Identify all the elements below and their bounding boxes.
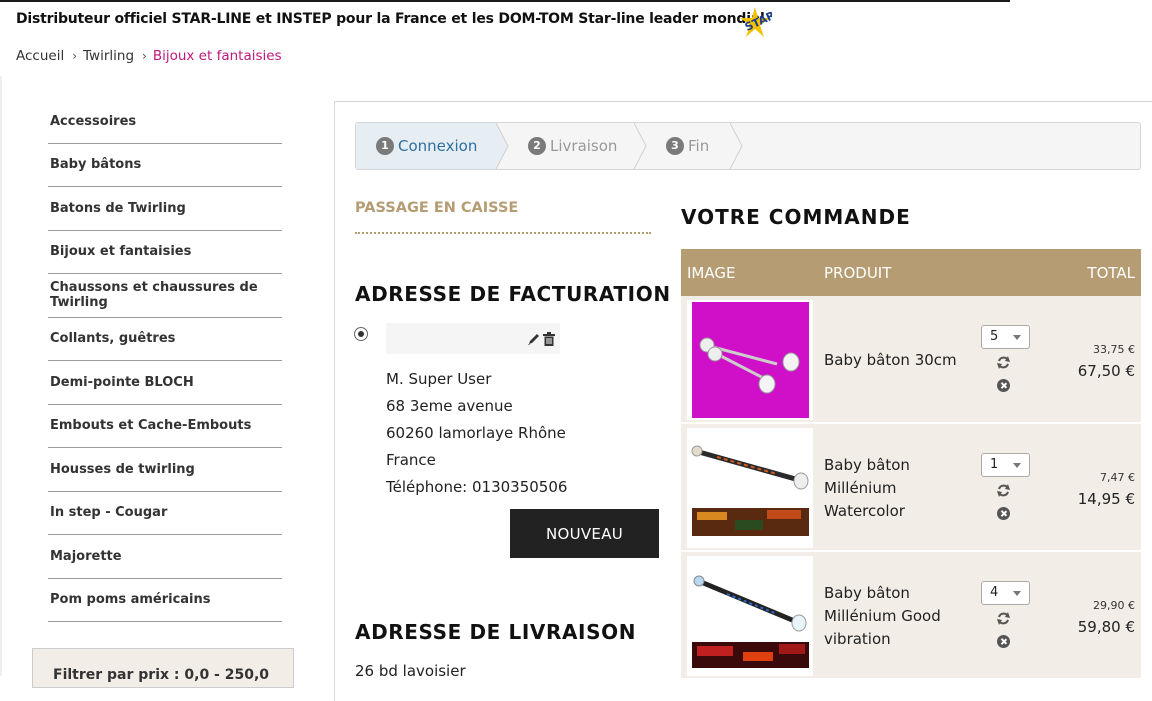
- refresh-icon[interactable]: [997, 612, 1010, 625]
- site-header: Distributeur officiel STAR-LINE et INSTE…: [0, 0, 1152, 44]
- address-street: 68 3eme avenue: [386, 397, 513, 415]
- product-name[interactable]: Baby bâton 30cm: [824, 349, 964, 372]
- step-livraison[interactable]: 2 Livraison: [528, 123, 617, 169]
- remove-icon[interactable]: [997, 507, 1010, 520]
- unit-price: 29,90 €: [1093, 599, 1135, 612]
- step-number: 3: [666, 137, 684, 155]
- breadcrumb-home[interactable]: Accueil: [16, 48, 64, 64]
- shipping-title: ADRESSE DE LIVRAISON: [355, 620, 637, 644]
- step-number: 1: [376, 137, 394, 155]
- chevron-right-icon: ›: [72, 49, 78, 63]
- breadcrumb-current[interactable]: Bijoux et fantaisies: [153, 48, 282, 64]
- table-row: Baby bâton Millénium Watercolor 1 7,47 €…: [681, 424, 1141, 552]
- section-divider: [355, 232, 651, 234]
- page-left-border: [0, 76, 2, 676]
- address-name: M. Super User: [386, 370, 492, 388]
- address-toolbar: [386, 323, 560, 354]
- step-divider: [633, 123, 647, 169]
- step-divider: [494, 123, 509, 169]
- product-name[interactable]: Baby bâton Millénium Good vibration: [824, 582, 964, 651]
- order-title: VOTRE COMMANDE: [681, 205, 911, 229]
- sidebar-item-batons-de-twirling[interactable]: Batons de Twirling: [48, 187, 282, 231]
- billing-title: ADRESSE DE FACTURATION: [355, 282, 671, 306]
- refresh-icon[interactable]: [997, 484, 1010, 497]
- step-label: Connexion: [398, 137, 478, 155]
- address-radio[interactable]: [354, 327, 368, 341]
- table-row: Baby bâton Millénium Good vibration 4 29…: [681, 552, 1141, 680]
- remove-icon[interactable]: [997, 379, 1010, 392]
- step-number: 2: [528, 137, 546, 155]
- sidebar-item-demi-pointe[interactable]: Demi-pointe BLOCH: [48, 361, 282, 405]
- starline-logo[interactable]: STAR: [738, 5, 772, 39]
- chevron-right-icon: ›: [142, 49, 147, 63]
- order-table-header: IMAGE PRODUIT TOTAL: [681, 249, 1141, 296]
- price-filter-box[interactable]: Filtrer par prix : 0,0 - 250,0: [32, 648, 294, 688]
- address-city: 60260 lamorlaye Rhône: [386, 424, 566, 442]
- remove-icon[interactable]: [997, 635, 1010, 648]
- address-country: France: [386, 451, 436, 469]
- product-name[interactable]: Baby bâton Millénium Watercolor: [824, 454, 964, 523]
- trash-icon[interactable]: [543, 332, 555, 346]
- billing-address: M. Super User 68 3eme avenue 60260 lamor…: [386, 369, 567, 504]
- sidebar-item-baby-batons[interactable]: Baby bâtons: [48, 144, 282, 187]
- sidebar-item-bijoux[interactable]: Bijoux et fantaisies: [48, 231, 282, 274]
- quantity-select[interactable]: 4: [981, 581, 1030, 605]
- sidebar-item-accessoires[interactable]: Accessoires: [48, 100, 282, 144]
- breadcrumb-twirling[interactable]: Twirling: [83, 48, 134, 64]
- sidebar-item-embouts[interactable]: Embouts et Cache-Embouts: [48, 405, 282, 448]
- line-total: 59,80 €: [1077, 618, 1135, 636]
- line-total: 14,95 €: [1077, 490, 1135, 508]
- checkout-steps: 1 Connexion 2 Livraison 3 Fin: [355, 122, 1141, 170]
- sidebar-item-collants[interactable]: Collants, guêtres: [48, 318, 282, 361]
- refresh-icon[interactable]: [997, 356, 1010, 369]
- column-total: TOTAL: [1087, 264, 1135, 282]
- shipping-address-line: 26 bd lavoisier: [355, 662, 466, 680]
- step-divider: [729, 123, 743, 169]
- header-rule: [0, 0, 1010, 2]
- line-total: 67,50 €: [1077, 362, 1135, 380]
- quantity-select[interactable]: 5: [981, 325, 1030, 349]
- price-filter-label: Filtrer par prix : 0,0 - 250,0: [53, 667, 270, 683]
- edit-icon[interactable]: [527, 332, 541, 346]
- product-image[interactable]: [687, 556, 813, 676]
- step-label: Livraison: [550, 137, 618, 155]
- step-connexion[interactable]: 1 Connexion: [376, 123, 477, 169]
- sidebar-item-pom-poms[interactable]: Pom poms américains: [48, 579, 282, 622]
- product-image[interactable]: [687, 300, 813, 420]
- breadcrumb: Accueil › Twirling › Bijoux et fantaisie…: [16, 48, 282, 64]
- address-phone: Téléphone: 0130350506: [386, 478, 568, 496]
- table-row: Baby bâton 30cm 5 33,75 € 67,50 €: [681, 296, 1141, 424]
- category-sidebar: Accessoires Baby bâtons Batons de Twirli…: [48, 100, 282, 622]
- new-address-button[interactable]: NOUVEAU: [510, 509, 659, 558]
- sidebar-item-chaussons[interactable]: Chaussons et chaussures de Twirling: [48, 274, 282, 318]
- column-product: PRODUIT: [824, 264, 892, 282]
- step-fin[interactable]: 3 Fin: [666, 123, 709, 169]
- sidebar-item-housses[interactable]: Housses de twirling: [48, 448, 282, 492]
- site-title: Distributeur officiel STAR-LINE et INSTE…: [16, 11, 765, 27]
- column-image: IMAGE: [687, 264, 736, 282]
- step-label: Fin: [688, 137, 710, 155]
- checkout-section-label: PASSAGE EN CAISSE: [355, 200, 519, 216]
- sidebar-item-in-step[interactable]: In step - Cougar: [48, 492, 282, 535]
- order-table: IMAGE PRODUIT TOTAL Baby bâton 30cm 5 33…: [681, 249, 1141, 680]
- unit-price: 7,47 €: [1100, 471, 1135, 484]
- quantity-select[interactable]: 1: [981, 453, 1030, 477]
- product-image[interactable]: [687, 428, 813, 548]
- unit-price: 33,75 €: [1093, 343, 1135, 356]
- sidebar-item-majorette[interactable]: Majorette: [48, 535, 282, 579]
